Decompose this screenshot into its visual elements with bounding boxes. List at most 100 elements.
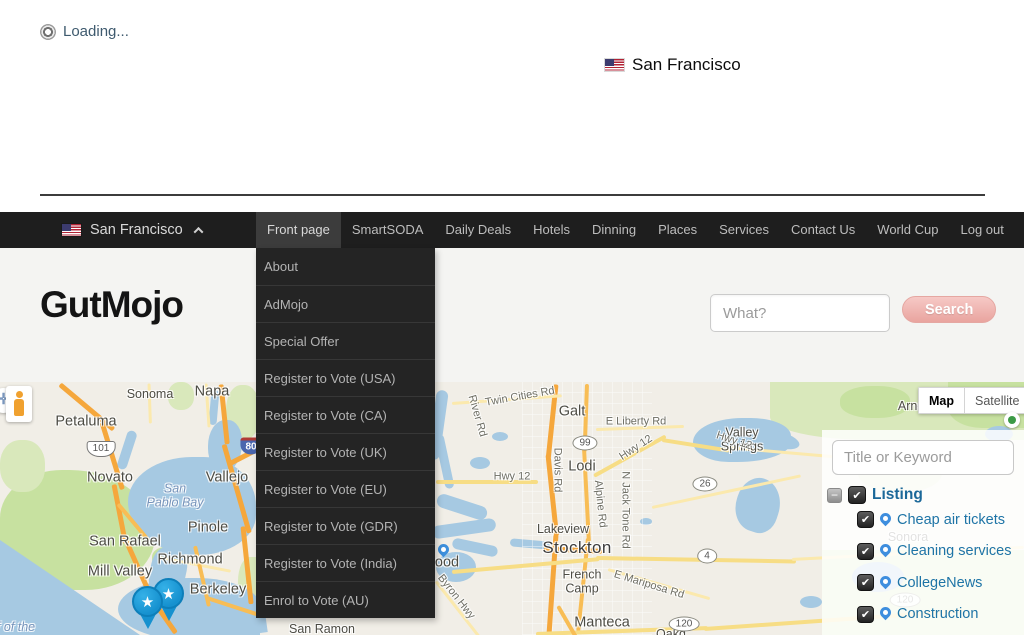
- listing-item-row: ✔ CollegeNews: [857, 574, 982, 591]
- loading-indicator: Loading...: [40, 23, 129, 40]
- collapse-icon[interactable]: −: [827, 488, 842, 503]
- map-label: San Rafael: [89, 534, 161, 551]
- keyword-input[interactable]: [832, 440, 1014, 475]
- nav-item-dinning[interactable]: Dinning: [581, 212, 647, 248]
- listing-item-checkbox[interactable]: ✔: [857, 574, 874, 591]
- listing-item-label[interactable]: Cleaning services: [897, 543, 1011, 559]
- listing-item-checkbox[interactable]: ✔: [857, 606, 874, 623]
- map-water: [492, 432, 508, 441]
- pegman-icon: [14, 391, 24, 417]
- marker-balloon: ★: [132, 586, 163, 617]
- map-label: N Jack Tone Rd: [619, 471, 632, 548]
- map-water: [116, 429, 138, 470]
- listing-item-checkbox[interactable]: ✔: [857, 511, 874, 528]
- map-label: Lakeview: [537, 522, 589, 536]
- listing-item-label[interactable]: Cheap air tickets: [897, 512, 1005, 528]
- listing-item-label[interactable]: CollegeNews: [897, 575, 982, 591]
- dropdown-item-register-to-vote-gdr-[interactable]: Register to Vote (GDR): [256, 507, 435, 544]
- dropdown-item-special-offer[interactable]: Special Offer: [256, 322, 435, 359]
- dropdown-item-register-to-vote-ca-[interactable]: Register to Vote (CA): [256, 396, 435, 433]
- divider-line: [40, 194, 985, 196]
- map-label: Hwy 12: [494, 471, 531, 484]
- spinner-icon: [40, 24, 56, 40]
- nav-menu: Front pageSmartSODADaily DealsHotelsDinn…: [256, 212, 1024, 248]
- chevron-up-icon: [193, 226, 203, 236]
- route-shield-26: 26: [692, 477, 717, 492]
- page: Loading... San Francisco San Francisco F…: [0, 0, 1024, 635]
- map-green: [0, 440, 45, 492]
- listing-item-row: ✔ Cheap air tickets: [857, 511, 1005, 528]
- nav-item-daily-deals[interactable]: Daily Deals: [434, 212, 522, 248]
- star-icon: ★: [141, 593, 154, 611]
- dropdown-item-register-to-vote-india-[interactable]: Register to Vote (India): [256, 544, 435, 581]
- us-flag-icon: [62, 224, 81, 236]
- terrain-toggle-icon[interactable]: [1004, 412, 1020, 428]
- map-label: San Pablo Bay: [147, 482, 204, 511]
- map-label: E Liberty Rd: [606, 416, 667, 429]
- navbar: San Francisco Front pageSmartSODADaily D…: [0, 212, 1024, 248]
- listing-root-checkbox[interactable]: ✔: [848, 486, 866, 504]
- dropdown-item-enrol-to-vote-au-[interactable]: Enrol to Vote (AU): [256, 581, 435, 618]
- loading-text: Loading...: [63, 23, 129, 40]
- site-logo: GutMojo: [40, 284, 183, 326]
- map-type-toggle: Map Satellite: [918, 387, 1024, 414]
- nav-item-log-out[interactable]: Log out: [949, 212, 1014, 248]
- map-label: Pinole: [188, 520, 228, 537]
- map-label: Lodi: [568, 459, 595, 476]
- nav-location-selector[interactable]: San Francisco: [62, 212, 202, 248]
- map-label: Manteca: [574, 615, 630, 632]
- map-marker[interactable]: ★: [131, 586, 165, 632]
- listing-root-label[interactable]: Listing: [872, 486, 923, 504]
- dropdown-item-register-to-vote-eu-[interactable]: Register to Vote (EU): [256, 470, 435, 507]
- nav-item-services[interactable]: Services: [708, 212, 780, 248]
- map-water: [470, 457, 490, 469]
- dropdown-item-admojo[interactable]: AdMojo: [256, 285, 435, 322]
- route-shield-4: 4: [697, 549, 717, 564]
- map-pin-icon: [878, 510, 894, 526]
- nav-item-hotels[interactable]: Hotels: [522, 212, 581, 248]
- search-input[interactable]: [710, 294, 890, 332]
- map-water: [431, 518, 496, 540]
- top-section: Loading... San Francisco: [0, 0, 1024, 212]
- map-label: Sonoma: [127, 387, 174, 401]
- listing-root-row: − ✔ Listing: [827, 486, 923, 504]
- top-city: San Francisco: [605, 55, 741, 75]
- map-label: Davis Rd: [551, 448, 564, 493]
- nav-item-front-page[interactable]: Front page: [256, 212, 341, 248]
- map-pin-icon: [878, 573, 894, 589]
- dropdown-item-register-to-vote-uk-[interactable]: Register to Vote (UK): [256, 433, 435, 470]
- route-shield-120: 120: [669, 617, 700, 632]
- nav-item-contact-us[interactable]: Contact Us: [780, 212, 866, 248]
- map-label: San Ramon: [289, 622, 355, 635]
- map-pin-icon: [878, 605, 894, 621]
- dropdown-item-about[interactable]: About: [256, 248, 435, 285]
- nav-item-places[interactable]: Places: [647, 212, 708, 248]
- nav-item-world-cup[interactable]: World Cup: [866, 212, 949, 248]
- search-button[interactable]: Search: [902, 296, 996, 323]
- map-water: [800, 596, 822, 608]
- nav-item-admin[interactable]: admin: [1015, 212, 1024, 248]
- route-shield-101: 101: [87, 441, 116, 457]
- route-shield-99: 99: [572, 436, 597, 451]
- top-city-label: San Francisco: [632, 55, 741, 75]
- us-flag-icon: [605, 59, 624, 71]
- map-water: [435, 492, 489, 521]
- listing-item-label[interactable]: Construction: [897, 606, 978, 622]
- front-page-dropdown: AboutAdMojoSpecial OfferRegister to Vote…: [256, 248, 435, 618]
- map-label: Mill Valley: [88, 564, 152, 581]
- map-label: Galt: [559, 404, 586, 421]
- map-label: ood: [435, 555, 459, 572]
- listing-item-checkbox[interactable]: ✔: [857, 543, 874, 560]
- listing-panel: − ✔ Listing ✔ Cheap air tickets ✔ Cleaning …: [822, 430, 1024, 635]
- site-header: GutMojo Search: [0, 248, 1024, 382]
- satellite-view-button[interactable]: Satellite: [964, 387, 1024, 414]
- map-label: Richmond: [157, 552, 222, 569]
- map-pin-icon: [878, 542, 894, 558]
- nav-item-smartsoda[interactable]: SmartSODA: [341, 212, 435, 248]
- dropdown-item-register-to-vote-usa-[interactable]: Register to Vote (USA): [256, 359, 435, 396]
- map-canvas[interactable]: SonomaNapaPetalumaNovatoVallejoSan Pablo…: [0, 382, 1024, 635]
- map-label: f of the: [0, 620, 35, 634]
- map-label: Vallejo: [206, 470, 248, 487]
- pegman-control[interactable]: [6, 386, 32, 422]
- map-view-button[interactable]: Map: [918, 387, 964, 414]
